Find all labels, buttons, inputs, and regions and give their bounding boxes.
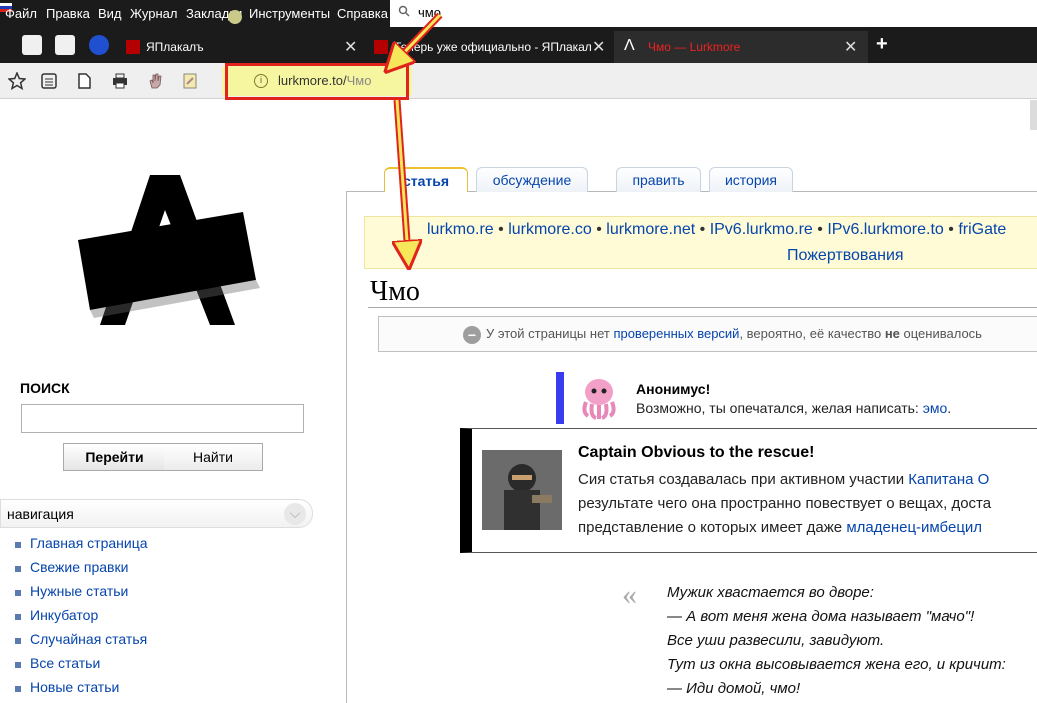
anon-notice-box: Анонимус! Возможно, ты опечатался, желая… [556, 372, 1037, 424]
new-tab-button[interactable]: + [876, 33, 888, 56]
mirror-link[interactable]: IPv6.lurkmo.re [710, 221, 813, 238]
back-arrow-icon[interactable] [228, 10, 242, 24]
quote-line: — Иди домой, чмо! [667, 680, 801, 697]
emo-link[interactable]: эмо [923, 400, 948, 416]
tab-discussion[interactable]: обсуждение [476, 167, 588, 192]
quote-mark-icon: « [622, 578, 637, 611]
captain-obvious-image [482, 450, 562, 530]
tab-title: Чмо — Lurkmore [648, 40, 741, 54]
mirror-link[interactable]: lurkmore.co [508, 221, 592, 238]
menu-view[interactable]: Вид [98, 6, 122, 21]
web-search-field[interactable]: чмо [390, 0, 1037, 27]
tab-title: ЯПлакалъ [146, 40, 204, 54]
tab-edit[interactable]: править [616, 167, 701, 192]
search-label: ПОИСК [20, 380, 70, 396]
quote-line: Тут из окна высовывается жена его, и кри… [667, 656, 1006, 673]
tab-yaplakal[interactable]: ЯПлакалъ ✕ [118, 31, 364, 63]
close-icon[interactable]: ✕ [344, 37, 357, 57]
epigraph-quote: Мужик хвастается во дворе: — А вот меня … [667, 584, 1006, 703]
close-icon[interactable]: ✕ [592, 37, 605, 57]
mirror-link[interactable]: lurkmo.re [427, 221, 494, 238]
pinned-tab-3[interactable] [89, 35, 109, 55]
minus-circle-icon: − [463, 326, 481, 344]
menu-edit[interactable]: Правка [46, 6, 90, 21]
menu-history[interactable]: Журнал [130, 6, 177, 21]
chevron-down-icon[interactable]: ⌵ [284, 503, 306, 525]
close-icon[interactable]: ✕ [844, 37, 857, 57]
captain-line-2: результате чего она пространно повествуе… [578, 495, 992, 512]
nav-item-main-page[interactable]: Главная страница [15, 535, 148, 559]
vertical-scrollbar[interactable] [1030, 100, 1037, 130]
nav-item-wanted-articles[interactable]: Нужные статьи [15, 583, 148, 607]
notice-text: У этой страницы нет [486, 326, 614, 341]
find-button[interactable]: Найти [164, 443, 263, 471]
yaplakal-favicon-icon [126, 40, 140, 54]
url-highlight-box [225, 63, 409, 100]
mirror-link[interactable]: friGate [958, 221, 1006, 238]
lurkmore-favicon-icon: Λ [624, 37, 635, 54]
nav-item-incubator[interactable]: Инкубатор [15, 607, 148, 631]
captain-text: Сия статья создавалась при активном учас… [578, 471, 909, 488]
mirror-link[interactable]: IPv6.lurkmore.to [827, 221, 943, 238]
notice-text: , вероятно, её качество [739, 326, 885, 341]
captain-obvious-box: Captain Obvious to the rescue! Сия стать… [460, 428, 1037, 553]
notice-bold: не [884, 326, 900, 341]
mirror-link[interactable]: lurkmore.net [606, 221, 695, 238]
go-button[interactable]: Перейти [63, 443, 166, 471]
anon-title: Анонимус! [636, 381, 711, 397]
captain-text: представление о которых имеет даже [578, 519, 847, 536]
quote-line: Все уши развесили, завидуют. [667, 632, 885, 649]
anon-period: . [947, 400, 952, 416]
page-title: Чмо [370, 276, 420, 307]
star-bookmark-icon[interactable] [8, 72, 26, 90]
print-icon[interactable] [111, 72, 129, 90]
tab-history[interactable]: история [709, 167, 793, 192]
mirrors-banner: lurkmo.re • lurkmore.co • lurkmore.net •… [364, 216, 1037, 269]
tab-article[interactable]: статья [384, 167, 468, 192]
captain-line-1: Сия статья создавалась при активном учас… [578, 471, 989, 488]
nav-item-new-articles[interactable]: Новые статьи [15, 679, 148, 703]
pinned-tab-2[interactable] [55, 35, 75, 55]
captain-link[interactable]: Капитана О [908, 471, 989, 488]
navigation-toolbar: i lurkmore.to/Чмо [0, 63, 1037, 99]
donations-link[interactable]: Пожертвования [787, 247, 904, 265]
anon-message: Возможно, ты опечатался, желая написать: [636, 400, 923, 416]
captain-title: Captain Obvious to the rescue! [578, 444, 815, 461]
imbecile-link[interactable]: младенец-имбецил [846, 519, 982, 536]
captain-line-3: представление о которых имеет даже младе… [578, 519, 982, 536]
note-icon[interactable] [181, 72, 199, 90]
tab-title: Теперь уже официально - ЯПлакалъ [394, 40, 592, 54]
menu-file[interactable]: Файл [5, 6, 37, 21]
flagged-revs-notice: − У этой страницы нет проверенных версий… [378, 316, 1037, 352]
search-icon [398, 5, 410, 17]
title-divider [368, 307, 1037, 308]
anon-text: Возможно, ты опечатался, желая написать:… [636, 400, 951, 416]
notice-text: оценивалось [899, 326, 982, 341]
octopus-icon [582, 379, 616, 420]
tab-lurkmore-chmo[interactable]: Λ Чмо — Lurkmore ✕ [614, 31, 868, 63]
tab-yaplakal-official[interactable]: Теперь уже официально - ЯПлакалъ ✕ [366, 31, 612, 63]
nav-item-all-articles[interactable]: Все статьи [15, 655, 148, 679]
lurkmore-logo [78, 175, 260, 325]
checked-versions-link[interactable]: проверенных версий [613, 326, 739, 341]
reader-list-icon[interactable] [40, 72, 58, 90]
yaplakal-favicon-icon [374, 40, 388, 54]
menu-bar: Файл Правка Вид Журнал Закладки Инструме… [0, 0, 1037, 27]
menu-tools[interactable]: Инструменты [249, 6, 330, 21]
hand-icon[interactable] [146, 72, 164, 90]
quote-line: — А вот меня жена дома называет "мачо"! [667, 608, 975, 625]
nav-item-recent-changes[interactable]: Свежие правки [15, 559, 148, 583]
navigation-list: Главная страница Свежие правки Нужные ст… [15, 535, 148, 703]
search-query: чмо [418, 5, 441, 20]
navigation-header[interactable]: навигация ⌵ [0, 499, 313, 528]
wiki-search-input[interactable] [21, 404, 304, 433]
pinned-tab-1[interactable] [22, 35, 42, 55]
navigation-heading: навигация [7, 506, 74, 522]
menu-help[interactable]: Справка [337, 6, 388, 21]
nav-item-random-article[interactable]: Случайная статья [15, 631, 148, 655]
page-icon[interactable] [75, 72, 93, 90]
quote-line: Мужик хвастается во дворе: [667, 584, 874, 601]
